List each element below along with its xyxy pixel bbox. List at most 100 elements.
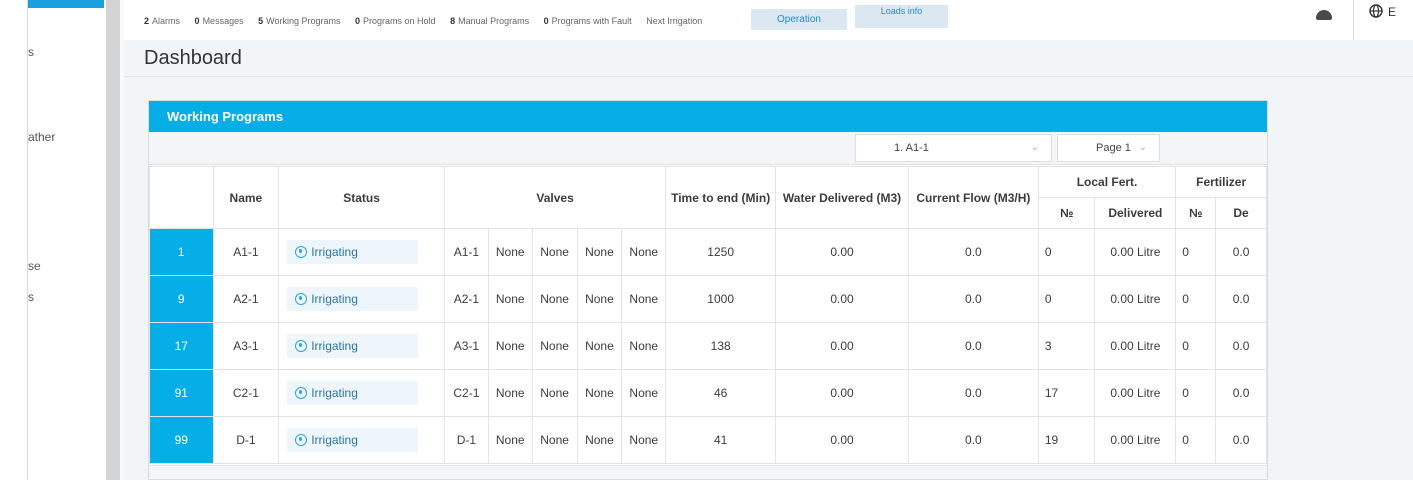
page-select[interactable]: Page 1 ⌄ [1057,134,1160,162]
stat-count: 2 [144,16,150,26]
header-water-delivered[interactable]: Water Delivered (M3) [775,166,909,229]
main-area: 2 Alarms 0 Messages 5 Working Programs 0 Pro… [124,0,1413,480]
local-fert-number: 17 [1037,369,1096,417]
valve-cell: None [621,322,667,370]
program-number: 1 [149,228,214,276]
stat-alarms[interactable]: 2 Alarms [144,16,180,26]
stat-messages[interactable]: 0 Messages [195,16,244,26]
local-fert-delivered: 0.00 Litre [1094,369,1177,417]
current-flow: 0.0 [907,416,1039,464]
fertilizer-delivered: 0.0 [1215,322,1267,370]
status-label: Irrigating [311,386,358,400]
chevron-down-icon: ⌄ [1030,142,1039,153]
stat-count: 0 [194,16,200,26]
program-status: Irrigating [278,275,445,323]
water-delivered: 0.00 [775,322,909,370]
stat-manual-programs[interactable]: 8 Manual Programs [450,16,529,26]
header-name[interactable]: Name [212,166,280,229]
water-drop-icon [295,387,308,399]
table-row[interactable]: 99 D-1 Irrigating D-1 None None None None 41 0.00… [149,416,1267,464]
sidebar-item-label[interactable]: ather [28,130,55,144]
program-select[interactable]: 1. A1-1 ⌄ [855,134,1052,162]
water-delivered: 0.00 [775,369,909,417]
time-to-end: 1000 [665,275,777,323]
divider [124,76,1413,77]
water-drop-icon [295,293,308,305]
header-number [149,166,214,229]
local-fert-number: 0 [1037,275,1096,323]
fertilizer-delivered: 0.0 [1215,369,1267,417]
header-fertilizer: Fertilizer [1175,166,1267,198]
stat-count: 0 [355,16,361,26]
sidebar-item-label[interactable]: se [28,259,41,273]
chevron-down-icon: ⌄ [1138,142,1147,153]
sidebar-item-label[interactable]: s [28,290,34,304]
valve-cell: None [531,369,578,417]
sidebar-item-label[interactable]: s [28,45,34,59]
local-fert-delivered: 0.00 Litre [1094,322,1177,370]
stat-programs-with-fault[interactable]: 0 Programs with Fault [544,16,632,26]
local-fert-delivered: 0.00 Litre [1094,275,1177,323]
water-delivered: 0.00 [775,228,909,276]
globe-icon[interactable] [1369,4,1383,21]
loads-info-button[interactable]: Loads info [855,5,948,28]
table-row[interactable]: 91 C2-1 Irrigating C2-1 None None None None 46 0.… [149,369,1267,417]
operation-button[interactable]: Operation [751,9,847,30]
filter-row: 1. A1-1 ⌄ Page 1 ⌄ [149,132,1267,165]
working-programs-table: Name Status Valves Time to end (Min) Wat… [149,166,1267,464]
valve-cell: None [621,416,667,464]
right-rail [1268,100,1413,480]
card-title: Working Programs [149,101,1267,132]
header-current-flow[interactable]: Current Flow (M3/H) [907,166,1039,229]
table-body: 1 A1-1 Irrigating A1-1 None None None None 1250 0… [149,228,1267,464]
sidebar-scrollbar[interactable] [106,0,120,480]
local-fert-number: 19 [1037,416,1096,464]
program-status: Irrigating [278,369,445,417]
program-number: 9 [149,275,214,323]
status-badge: Irrigating [287,287,419,311]
header-time-to-end[interactable]: Time to end (Min) [665,166,777,229]
status-stats: 2 Alarms 0 Messages 5 Working Programs 0 Pro… [144,16,714,26]
stat-programs-on-hold[interactable]: 0 Programs on Hold [355,16,436,26]
fertilizer-number: 0 [1175,322,1217,370]
status-badge: Irrigating [287,428,419,452]
fertilizer-number: 0 [1175,228,1217,276]
language-label[interactable]: E [1388,5,1396,19]
status-badge: Irrigating [287,240,419,264]
valve-cell: None [621,275,667,323]
time-to-end: 1250 [665,228,777,276]
valve-cell: None [531,322,578,370]
header-fertilizer-number: № [1175,197,1217,229]
header-local-fert-delivered: Delivered [1094,197,1177,229]
stat-working-programs[interactable]: 5 Working Programs [258,16,340,26]
fertilizer-delivered: 0.0 [1215,275,1267,323]
header-valves[interactable]: Valves [443,166,667,229]
valve-cell: C2-1 [443,369,489,417]
stat-label: Programs on Hold [363,16,436,26]
stat-label: Working Programs [266,16,341,26]
program-name: A3-1 [212,322,280,370]
current-flow: 0.0 [907,275,1039,323]
valve-cell: None [487,322,533,370]
sidebar [28,8,106,480]
user-icon[interactable] [1316,10,1332,20]
sidebar-active-accent [28,0,104,8]
card-footer [149,465,1267,479]
table-row[interactable]: 1 A1-1 Irrigating A1-1 None None None None 1250 0… [149,228,1267,276]
current-flow: 0.0 [907,228,1039,276]
header-status[interactable]: Status [278,166,445,229]
program-name: D-1 [212,416,280,464]
program-number: 17 [149,322,214,370]
program-name: C2-1 [212,369,280,417]
stat-label: Manual Programs [458,16,530,26]
stat-count: 5 [258,16,264,26]
status-label: Irrigating [311,339,358,353]
water-delivered: 0.00 [775,275,909,323]
valve-cell: None [531,275,578,323]
program-number: 91 [149,369,214,417]
valve-cell: None [487,275,533,323]
local-fert-delivered: 0.00 Litre [1094,416,1177,464]
status-badge: Irrigating [287,334,419,358]
table-row[interactable]: 9 A2-1 Irrigating A2-1 None None None None 1000 0… [149,275,1267,323]
table-row[interactable]: 17 A3-1 Irrigating A3-1 None None None None 138 0… [149,322,1267,370]
